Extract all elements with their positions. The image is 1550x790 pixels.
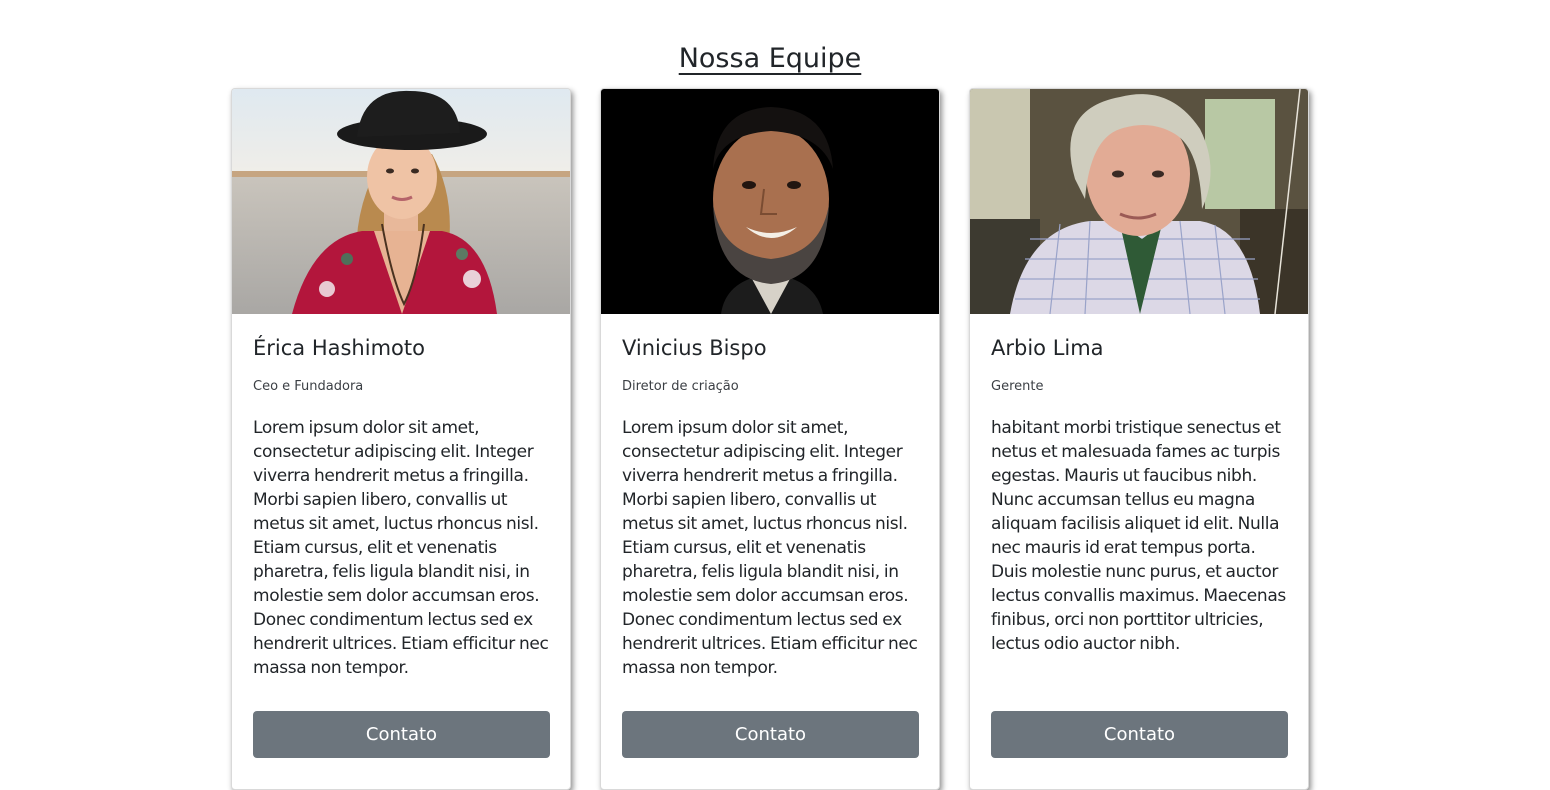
member-bio: Lorem ipsum dolor sit amet, consectetur …: [622, 418, 918, 678]
page-title: Nossa Equipe: [0, 38, 1540, 80]
member-photo: [970, 89, 1308, 314]
team-grid: Érica Hashimoto Ceo e Fundadora Lorem ip…: [231, 88, 1309, 790]
member-bio: Lorem ipsum dolor sit amet, consectetur …: [253, 418, 549, 678]
team-card: Vinicius Bispo Diretor de criação Lorem …: [600, 88, 940, 790]
team-card: Arbio Lima Gerente habitant morbi tristi…: [969, 88, 1309, 790]
contact-button[interactable]: Contato: [253, 711, 550, 758]
page-title-text: Nossa Equipe: [678, 43, 862, 74]
member-role: Diretor de criação: [622, 379, 739, 394]
member-name: Vinicius Bispo: [622, 336, 767, 360]
member-name: Érica Hashimoto: [253, 336, 425, 360]
member-role: Ceo e Fundadora: [253, 379, 364, 394]
contact-button[interactable]: Contato: [622, 711, 919, 758]
member-name: Arbio Lima: [991, 336, 1104, 360]
member-role: Gerente: [991, 379, 1044, 394]
member-photo: [232, 89, 570, 314]
team-card: Érica Hashimoto Ceo e Fundadora Lorem ip…: [231, 88, 571, 790]
member-bio: habitant morbi tristique senectus et net…: [991, 418, 1286, 654]
contact-button[interactable]: Contato: [991, 711, 1288, 758]
member-photo: [601, 89, 939, 314]
